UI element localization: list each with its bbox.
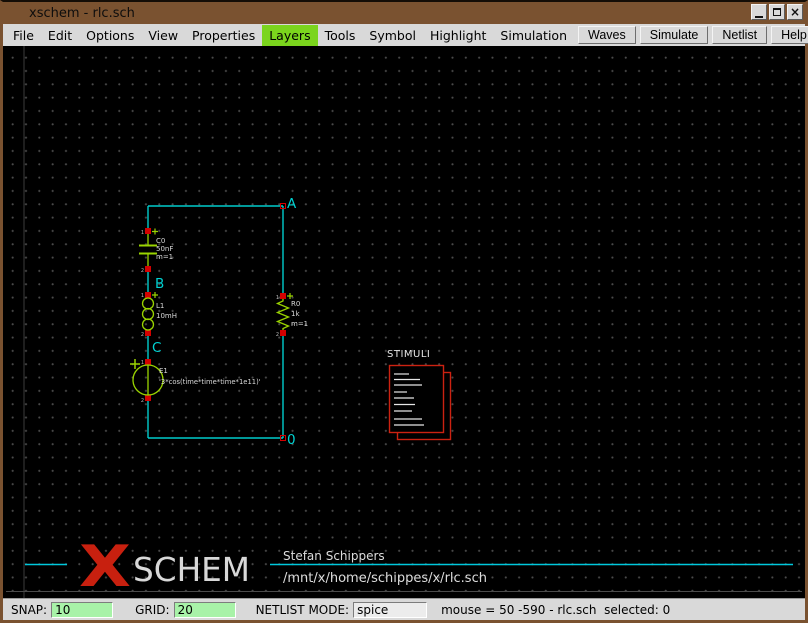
help-button[interactable]: Help xyxy=(771,26,808,44)
netlist-button[interactable]: Netlist xyxy=(712,26,767,44)
net-labels: A B C 0 xyxy=(152,196,297,448)
menu-simulation[interactable]: Simulation xyxy=(493,25,574,46)
inductor-name[interactable]: L1 xyxy=(156,302,164,310)
polarity-plus-icon xyxy=(130,359,140,369)
maximize-button[interactable] xyxy=(769,4,785,20)
net-label-c[interactable]: C xyxy=(152,340,161,356)
menu-view[interactable]: View xyxy=(141,25,185,46)
pin-number: 1 xyxy=(141,293,144,299)
stimuli-component[interactable]: STIMULI xyxy=(387,349,451,440)
menu-options[interactable]: Options xyxy=(79,25,141,46)
polarity-plus-icon xyxy=(152,229,158,235)
stimuli-label[interactable]: STIMULI xyxy=(387,349,430,360)
pin-number: 1 xyxy=(141,360,144,366)
minimize-button[interactable] xyxy=(751,4,767,20)
minimize-icon xyxy=(755,7,763,18)
capacitor-symbol[interactable]: 1 2 C0 50nF m=1 xyxy=(139,229,173,275)
source-name[interactable]: E1 xyxy=(159,367,168,375)
sheet-footer: X SCHEM Stefan Schippers /mnt/x/home/sch… xyxy=(25,534,793,598)
grid-input[interactable] xyxy=(174,602,236,618)
capacitor-mult[interactable]: m=1 xyxy=(156,253,173,261)
window-controls: × xyxy=(749,4,803,20)
net-label-a[interactable]: A xyxy=(287,196,297,212)
stimuli-front-sheet xyxy=(390,366,444,433)
simulate-button[interactable]: Simulate xyxy=(640,26,709,44)
source-value[interactable]: '3*cos(time*time*time*1e11)' xyxy=(159,378,261,386)
resistor-name[interactable]: R0 xyxy=(291,300,300,308)
xschem-window: xschem - rlc.sch × File Edit Options Vie… xyxy=(0,0,808,623)
pin-number: 1 xyxy=(141,230,144,236)
close-button[interactable]: × xyxy=(787,4,803,20)
menu-symbol[interactable]: Symbol xyxy=(362,25,423,46)
menubar: File Edit Options View Properties Layers… xyxy=(3,24,805,46)
snap-label: SNAP: xyxy=(11,603,47,617)
file-path-text: /mnt/x/home/schippes/x/rlc.sch xyxy=(283,571,487,586)
net-label-gnd[interactable]: 0 xyxy=(287,432,296,448)
window-title: xschem - rlc.sch xyxy=(29,6,135,21)
mouse-status-text: mouse = 50 -590 - rlc.sch selected: 0 xyxy=(441,603,670,617)
maximize-icon xyxy=(773,8,781,16)
menu-file[interactable]: File xyxy=(6,25,41,46)
polarity-plus-icon xyxy=(287,293,293,299)
resistor-mult[interactable]: m=1 xyxy=(291,320,308,328)
inductor-value[interactable]: 10mH xyxy=(156,312,177,320)
netlist-mode-input[interactable] xyxy=(353,602,427,618)
polarity-plus-icon xyxy=(152,292,158,298)
net-label-b[interactable]: B xyxy=(155,276,164,292)
netlist-mode-label: NETLIST MODE: xyxy=(256,603,350,617)
schematic-drawing: 1 2 C0 50nF m=1 1 2 L1 10mH xyxy=(3,46,805,598)
close-icon: × xyxy=(790,7,800,17)
author-text: Stefan Schippers xyxy=(283,549,385,563)
menu-highlight[interactable]: Highlight xyxy=(423,25,493,46)
pin-number: 2 xyxy=(141,332,144,338)
capacitor-name[interactable]: C0 xyxy=(156,237,165,245)
pin-number: 2 xyxy=(276,332,279,338)
pin-number: 2 xyxy=(141,268,144,274)
wires[interactable] xyxy=(148,206,283,438)
menu-layers[interactable]: Layers xyxy=(262,25,317,46)
pin-number: 2 xyxy=(141,398,144,404)
menu-edit[interactable]: Edit xyxy=(41,25,79,46)
resistor-value[interactable]: 1k xyxy=(291,310,300,318)
schematic-canvas[interactable]: 1 2 C0 50nF m=1 1 2 L1 10mH xyxy=(3,46,805,598)
waves-button[interactable]: Waves xyxy=(578,26,636,44)
titlebar[interactable]: xschem - rlc.sch × xyxy=(3,2,805,24)
menu-properties[interactable]: Properties xyxy=(185,25,262,46)
menu-tools[interactable]: Tools xyxy=(318,25,363,46)
statusbar: SNAP: GRID: NETLIST MODE: mouse = 50 -59… xyxy=(3,598,805,620)
snap-input[interactable] xyxy=(51,602,113,618)
logo-x: X xyxy=(79,534,131,598)
grid-label: GRID: xyxy=(135,603,169,617)
pin-number: 1 xyxy=(276,295,279,301)
capacitor-value[interactable]: 50nF xyxy=(156,245,173,253)
logo-schem: SCHEM xyxy=(133,550,250,589)
